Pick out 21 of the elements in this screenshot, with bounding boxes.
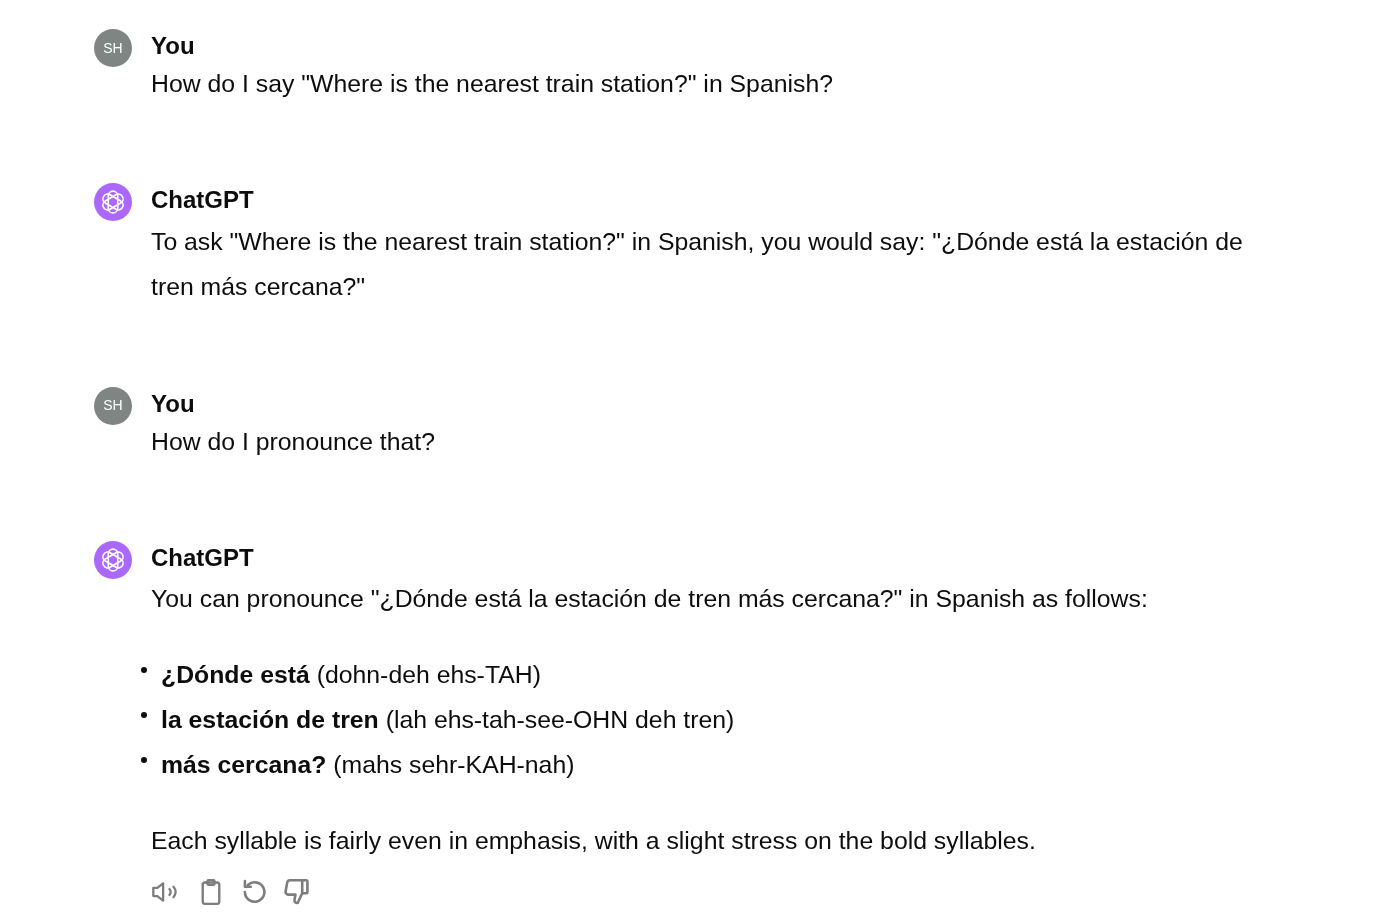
list-item-text: más cercana? (mahs sehr-KAH-nah) <box>161 750 575 780</box>
author-name: ChatGPT <box>151 185 254 215</box>
response-text: To ask "Where is the nearest train station?" in Spanish, you would say: "¿Dónde está la estación de tren más cercana?" <box>151 226 1244 302</box>
bullet-icon <box>141 757 147 763</box>
thumbs-down-icon[interactable] <box>284 879 310 905</box>
list-item-text: ¿Dónde está (dohn-deh ehs-TAH) <box>161 660 541 690</box>
author-name: You <box>151 31 195 61</box>
response-text: Each syllable is fairly even in emphasis, with a slight stress on the bold syllables. <box>151 826 1036 856</box>
response-text: You can pronounce "¿Dónde está la estación de tren más cercana?" in Spanish as follows: <box>151 584 1148 614</box>
author-name: ChatGPT <box>151 542 254 573</box>
user-avatar: SH <box>94 386 132 425</box>
bullet-icon <box>141 667 147 673</box>
user-message-text: How do I pronounce that? <box>151 426 435 457</box>
regenerate-icon[interactable] <box>241 879 267 905</box>
list-item-text: la estación de tren (lah ehs-tah-see-OHN deh tren) <box>161 705 735 735</box>
bullet-icon <box>141 712 147 718</box>
user-avatar: SH <box>94 29 132 67</box>
assistant-logo-icon <box>94 183 132 221</box>
assistant-logo-icon <box>94 540 132 579</box>
user-message-text: How do I say "Where is the nearest train station?" in Spanish? <box>151 69 833 99</box>
author-name: You <box>151 388 195 419</box>
